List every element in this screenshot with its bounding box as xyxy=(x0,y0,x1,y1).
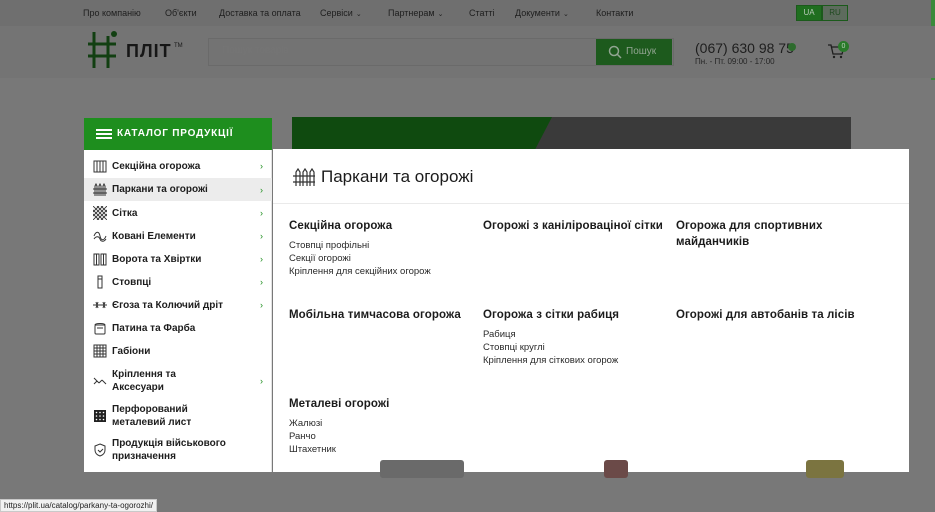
sidebar-item-posts[interactable]: Стовпці › xyxy=(84,271,272,293)
sidebar-item-label: Єгоза та Колючий дріт xyxy=(112,299,224,311)
menu-link[interactable]: Кріплення для сіткових огорож xyxy=(483,355,618,366)
chevron-right-icon: › xyxy=(260,300,263,310)
search-input[interactable] xyxy=(222,45,582,56)
chevron-down-icon: ⌄ xyxy=(562,11,569,18)
military-shield-icon xyxy=(94,443,106,457)
lang-ua-button[interactable]: UA xyxy=(796,5,822,21)
sidebar-item-fences[interactable]: Паркани та огорожі › xyxy=(84,178,272,201)
sidebar-item-label: Сітка xyxy=(112,207,138,219)
sidebar-item-label: Паркани та огорожі xyxy=(112,184,208,195)
chevron-right-icon: › xyxy=(260,376,263,386)
fence-icon xyxy=(93,182,107,196)
chevron-right-icon: › xyxy=(260,277,263,287)
lang-ru-button[interactable]: RU xyxy=(822,5,848,21)
panel-title: Паркани та огорожі xyxy=(321,167,474,186)
catalog-sidebar: Секційна огорожа › Паркани та огорожі › … xyxy=(84,150,272,472)
chevron-right-icon: › xyxy=(260,208,263,218)
menu-group-heading[interactable]: Огорожі з каніліроваціної сітки xyxy=(483,218,668,234)
sidebar-item-gates[interactable]: Ворота та Хвіртки › xyxy=(84,248,272,270)
chevron-right-icon: › xyxy=(260,254,263,264)
divider xyxy=(273,203,909,204)
nav-contacts[interactable]: Контакти xyxy=(596,8,633,18)
menu-group-heading[interactable]: Секційна огорожа xyxy=(289,218,469,234)
nav-partners[interactable]: Партнерам ⌄ xyxy=(388,8,443,18)
search-button[interactable]: Пошук xyxy=(596,39,672,65)
section-fence-icon xyxy=(93,160,107,173)
nav-delivery[interactable]: Доставка та оплата xyxy=(219,8,301,18)
sidebar-item-forged[interactable]: Ковані Елементи › xyxy=(84,225,272,247)
sidebar-item-section-fence[interactable]: Секційна огорожа › xyxy=(84,155,272,177)
product-thumbnail[interactable] xyxy=(380,460,464,478)
menu-link[interactable]: Стовпці круглі xyxy=(483,342,545,353)
logo-trademark: TM xyxy=(174,43,183,49)
cart-count-badge: 0 xyxy=(838,41,849,52)
perforated-sheet-icon xyxy=(94,410,106,422)
mesh-icon xyxy=(93,206,107,220)
chevron-right-icon: › xyxy=(260,231,263,241)
mega-menu-panel: Паркани та огорожі Секційна огорожа Стов… xyxy=(273,149,909,472)
sidebar-item-label: Кріплення та Аксесуари xyxy=(112,369,176,393)
sidebar-item-perforated-sheet[interactable]: Перфорований металевий лист xyxy=(84,401,272,431)
chevron-right-icon: › xyxy=(260,184,263,195)
nav-documents[interactable]: Документи ⌄ xyxy=(515,8,569,18)
phone-info-icon[interactable] xyxy=(788,43,796,51)
menu-group-heading[interactable]: Огорожа для спортивних майданчиків xyxy=(676,218,876,250)
product-thumbnail[interactable] xyxy=(604,460,628,478)
status-url: https://plit.ua/catalog/parkany-ta-ogoro… xyxy=(0,499,157,512)
gate-icon xyxy=(93,253,107,266)
menu-group-heading[interactable]: Огорожа з сітки рабиця xyxy=(483,307,668,323)
menu-link[interactable]: Кріплення для секційних огорож xyxy=(289,266,431,277)
sidebar-item-label: Секційна огорожа xyxy=(112,160,201,172)
sidebar-item-label: Патина та Фарба xyxy=(112,322,196,334)
working-hours: Пн. - Пт. 09:00 - 17:00 xyxy=(695,57,775,66)
sidebar-item-fasteners[interactable]: Кріплення та Аксесуари › xyxy=(84,366,272,396)
sidebar-item-label: Ворота та Хвіртки xyxy=(112,253,202,265)
nav-articles[interactable]: Статті xyxy=(469,8,495,18)
nav-documents-label: Документи xyxy=(515,8,560,18)
menu-link[interactable]: Рабиця xyxy=(483,329,516,340)
menu-group-heading[interactable]: Металеві огорожі xyxy=(289,396,474,412)
chevron-down-icon: ⌄ xyxy=(437,11,444,18)
menu-link[interactable]: Ранчо xyxy=(289,431,316,442)
post-icon xyxy=(97,275,103,289)
menu-link[interactable]: Штахетник xyxy=(289,444,336,455)
phone-number[interactable]: (067) 630 98 75 xyxy=(695,40,794,56)
nav-partners-label: Партнерам xyxy=(388,8,435,18)
fastener-icon xyxy=(93,377,107,385)
sidebar-item-mesh[interactable]: Сітка › xyxy=(84,202,272,224)
sidebar-item-paint[interactable]: Патина та Фарба xyxy=(84,317,272,339)
logo-text: ПЛІТ xyxy=(126,41,172,61)
sidebar-item-military[interactable]: Продукція військового призначення xyxy=(84,435,272,465)
barbed-wire-icon xyxy=(93,301,107,309)
chevron-right-icon: › xyxy=(260,161,263,171)
sidebar-item-barbed-wire[interactable]: Єгоза та Колючий дріт › xyxy=(84,294,272,316)
nav-about[interactable]: Про компанію xyxy=(83,8,141,18)
sidebar-item-label: Стовпці xyxy=(112,276,152,288)
sidebar-item-label: Ковані Елементи xyxy=(112,230,196,242)
search-button-label: Пошук xyxy=(626,46,657,57)
menu-group-heading[interactable]: Мобільна тимчасова огорожа xyxy=(289,307,474,323)
fence-icon xyxy=(293,167,315,186)
sidebar-item-gabions[interactable]: Габіони xyxy=(84,340,272,362)
nav-services-label: Сервіси xyxy=(320,8,353,18)
burger-menu-icon xyxy=(96,129,112,139)
sidebar-item-label: Габіони xyxy=(112,345,151,357)
sidebar-item-label: Продукція військового призначення xyxy=(112,438,226,462)
catalog-heading[interactable]: КАТАЛОГ ПРОДУКЦІЇ xyxy=(84,118,272,150)
forged-elements-icon xyxy=(93,231,107,242)
nav-services[interactable]: Сервіси ⌄ xyxy=(320,8,362,18)
menu-group-heading[interactable]: Огорожі для автобанів та лісів xyxy=(676,307,896,323)
search-icon xyxy=(608,45,622,59)
menu-link[interactable]: Секції огорожі xyxy=(289,253,351,264)
gabion-icon xyxy=(93,344,107,358)
menu-link[interactable]: Стовпці профільні xyxy=(289,240,369,251)
paint-icon xyxy=(94,323,106,335)
nav-objects[interactable]: Об'єкти xyxy=(165,8,197,18)
product-thumbnail[interactable] xyxy=(806,460,844,478)
menu-link[interactable]: Жалюзі xyxy=(289,418,322,429)
chevron-down-icon: ⌄ xyxy=(355,11,362,18)
sidebar-item-label: Перфорований металевий лист xyxy=(112,404,192,428)
catalog-heading-label: КАТАЛОГ ПРОДУКЦІЇ xyxy=(117,128,234,139)
